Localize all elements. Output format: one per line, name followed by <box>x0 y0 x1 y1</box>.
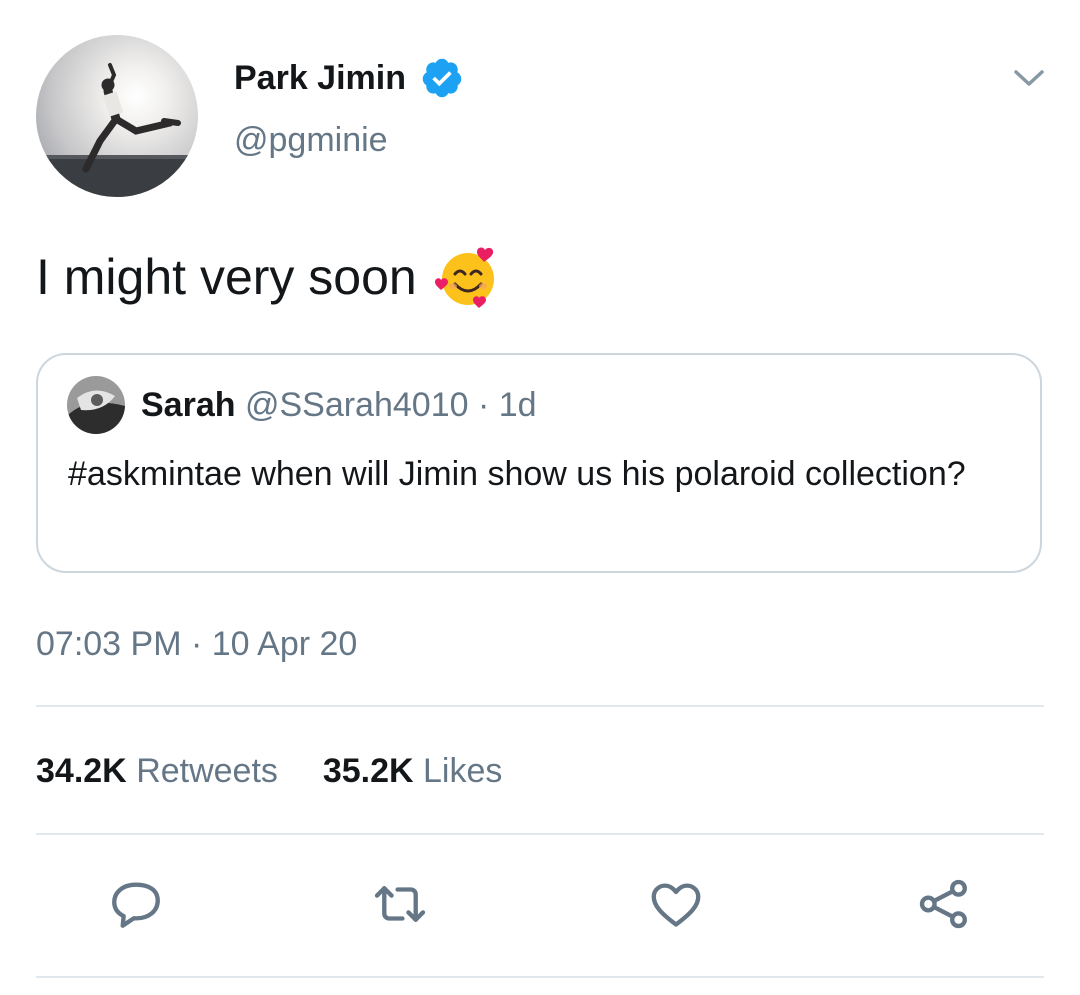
author-display-name[interactable]: Park Jimin <box>234 56 464 100</box>
quoted-tweet-separator: · <box>477 386 490 424</box>
quoted-tweet-meta: Sarah @SSarah4010 · 1d <box>141 385 537 425</box>
like-icon <box>651 883 701 927</box>
likes-label: Likes <box>423 752 503 790</box>
quoted-tweet-text: #askmintae when will Jimin show us his p… <box>68 455 966 493</box>
author-handle[interactable]: @pgminie <box>234 120 388 160</box>
divider <box>36 833 1044 835</box>
divider <box>36 705 1044 707</box>
author-avatar[interactable] <box>36 35 198 197</box>
share-button[interactable] <box>912 872 976 936</box>
jumping-person-avatar-icon <box>36 35 198 197</box>
reply-icon <box>112 882 160 928</box>
retweet-icon <box>374 886 426 922</box>
quoted-tweet-name: Sarah <box>141 386 236 424</box>
retweets-stat[interactable]: 34.2K Retweets <box>36 752 287 790</box>
quoted-tweet-age: 1d <box>498 386 537 424</box>
tweet-date: 10 Apr 20 <box>211 625 358 663</box>
retweets-count: 34.2K <box>36 752 127 790</box>
verified-badge-icon <box>420 56 464 100</box>
author-name-text: Park Jimin <box>234 59 406 97</box>
tweet-time: 07:03 PM <box>36 625 182 663</box>
chevron-down-icon[interactable] <box>1008 60 1050 96</box>
tweet-stats: 34.2K Retweets 35.2K Likes <box>36 750 502 792</box>
quoted-tweet-handle: @SSarah4010 <box>244 386 469 424</box>
likes-stat[interactable]: 35.2K Likes <box>323 752 503 790</box>
smiling-face-with-hearts-emoji-icon <box>434 244 501 310</box>
quoted-avatar-image-icon <box>67 376 125 434</box>
timestamp-separator: · <box>190 625 203 663</box>
retweet-button[interactable] <box>368 872 432 936</box>
reply-button[interactable] <box>104 872 168 936</box>
tweet-timestamp: 07:03 PM · 10 Apr 20 <box>36 623 357 665</box>
tweet-text: I might very soon <box>36 244 501 310</box>
tweet-text-content: I might very soon <box>36 249 417 305</box>
divider <box>36 976 1044 978</box>
like-button[interactable] <box>644 872 708 936</box>
likes-count: 35.2K <box>322 752 414 790</box>
quoted-tweet-avatar <box>67 376 125 434</box>
share-icon <box>919 879 967 929</box>
retweets-label: Retweets <box>136 752 278 790</box>
